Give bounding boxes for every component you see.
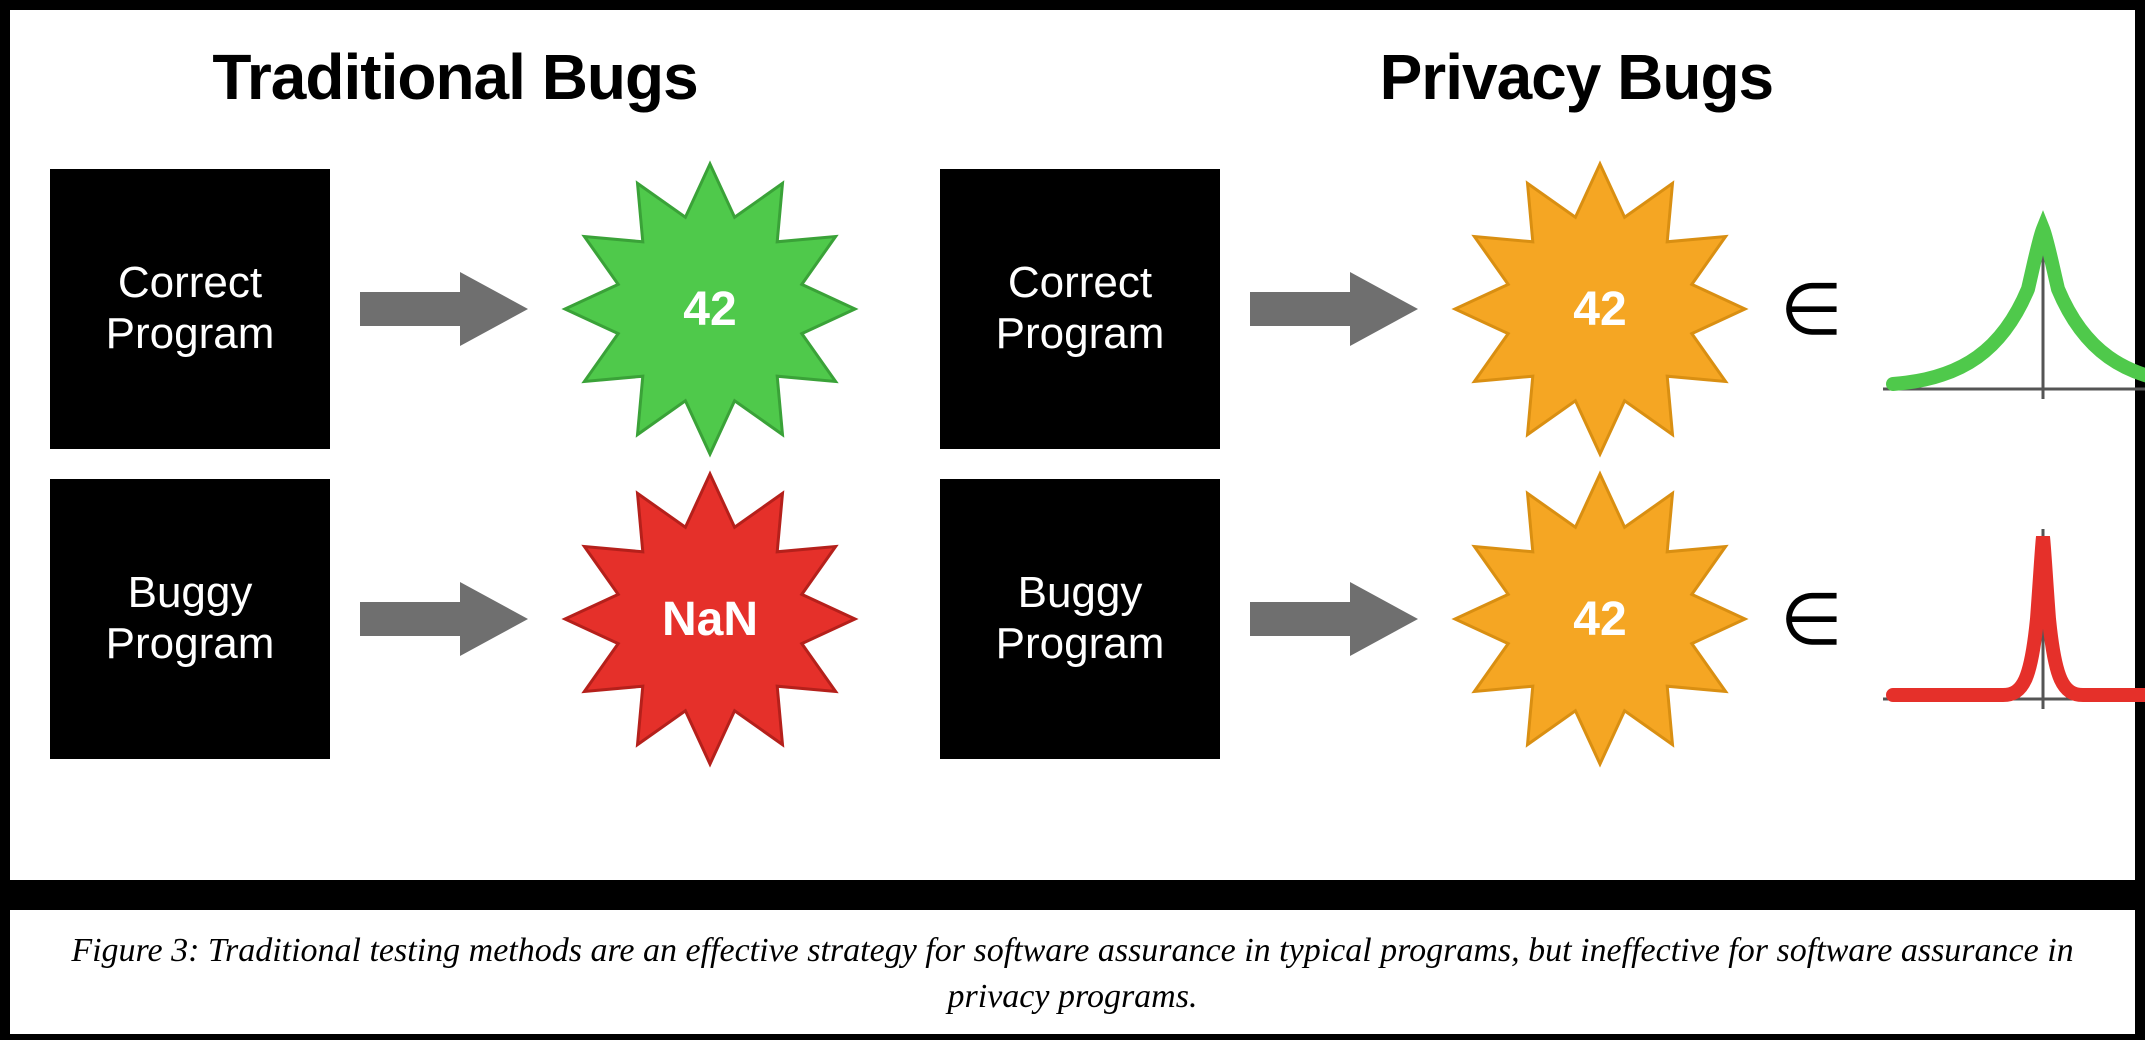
box-correct-program-left: CorrectProgram (50, 169, 330, 449)
row-privacy-correct: CorrectProgram 42 ∈ (940, 154, 2145, 464)
title-privacy: Privacy Bugs (940, 40, 2145, 114)
title-traditional: Traditional Bugs (50, 40, 860, 114)
row-traditional-correct: CorrectProgram 42 (50, 154, 860, 464)
figure-frame: Traditional Bugs CorrectProgram (0, 0, 2145, 1040)
caption-separator (10, 880, 2135, 910)
arrow-icon (1250, 264, 1420, 354)
burst-value: 42 (1573, 592, 1626, 647)
column-traditional: Traditional Bugs CorrectProgram (10, 10, 900, 880)
element-of-symbol: ∈ (1780, 267, 1843, 352)
output-burst-buggy-right: 42 (1450, 469, 1750, 769)
row-privacy-buggy: BuggyProgram 42 ∈ (940, 464, 2145, 774)
box-correct-program-right: CorrectProgram (940, 169, 1220, 449)
box-label: BuggyProgram (96, 568, 285, 669)
burst-value: 42 (1573, 282, 1626, 337)
element-of-symbol: ∈ (1780, 577, 1843, 662)
burst-value: NaN (662, 592, 758, 647)
output-burst-buggy-left: NaN (560, 469, 860, 769)
column-privacy: Privacy Bugs CorrectProgram 4 (900, 10, 2145, 880)
box-label: CorrectProgram (96, 258, 285, 359)
row-traditional-buggy: BuggyProgram NaN (50, 464, 860, 774)
arrow-icon (1250, 574, 1420, 664)
box-buggy-program-right: BuggyProgram (940, 479, 1220, 759)
figure-caption: Figure 3: Traditional testing methods ar… (10, 910, 2135, 1034)
output-burst-correct-left: 42 (560, 159, 860, 459)
box-label: BuggyProgram (986, 568, 1175, 669)
output-burst-correct-right: 42 (1450, 159, 1750, 459)
burst-value: 42 (683, 282, 736, 337)
box-buggy-program-left: BuggyProgram (50, 479, 330, 759)
box-label: CorrectProgram (986, 258, 1175, 359)
diagram-panel: Traditional Bugs CorrectProgram (10, 10, 2135, 880)
arrow-icon (360, 264, 530, 354)
distribution-wide (1873, 199, 2145, 419)
arrow-icon (360, 574, 530, 664)
distribution-narrow (1873, 509, 2145, 729)
